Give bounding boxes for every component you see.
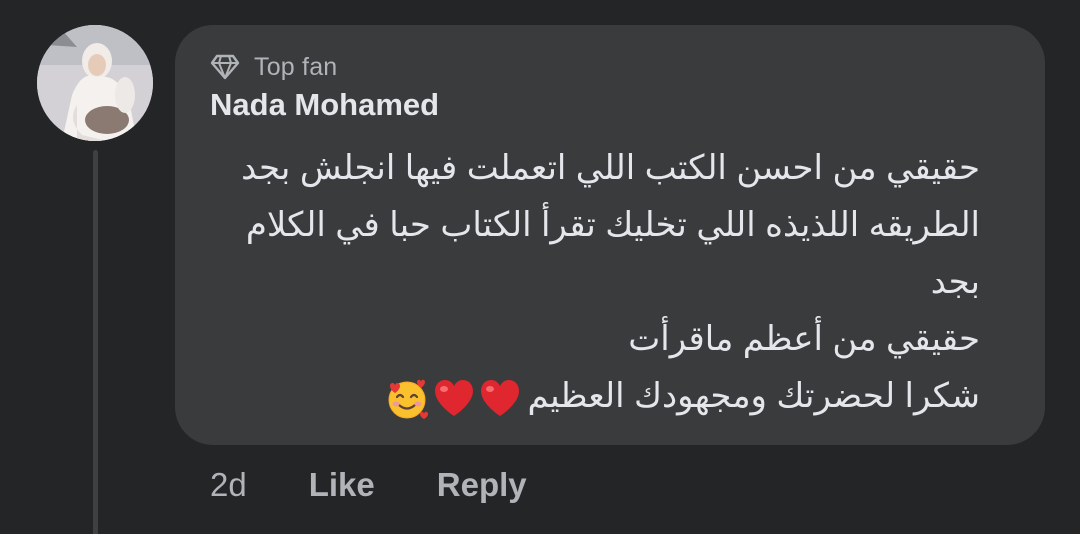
red-heart-icon xyxy=(480,380,519,417)
red-heart-icon xyxy=(434,380,473,417)
comment-line: حقيقي من أعظم ماقرأت xyxy=(628,320,980,358)
like-button[interactable]: Like xyxy=(309,466,375,504)
emoji-group xyxy=(384,376,522,420)
timestamp[interactable]: 2d xyxy=(210,466,247,504)
reply-button[interactable]: Reply xyxy=(437,466,527,504)
reply-thread-line xyxy=(93,150,98,534)
comment-line: شكرا لحضرتك ومجهودك العظيم xyxy=(527,377,980,415)
author-name[interactable]: Nada Mohamed xyxy=(210,85,439,125)
avatar-photo xyxy=(37,25,153,141)
badge-label: Top fan xyxy=(254,52,338,81)
comment-line: حقيقي من احسن الكتب اللي اتعملت فيها انج… xyxy=(241,149,980,187)
comment-text: حقيقي من احسن الكتب اللي اتعملت فيها انج… xyxy=(205,140,980,425)
comment-line: بجد xyxy=(930,263,980,301)
comment-actions: 2d Like Reply xyxy=(210,462,589,508)
comment-thread: Top fan Nada Mohamed حقيقي من احسن الكتب… xyxy=(0,0,1080,534)
avatar[interactable] xyxy=(37,25,153,141)
diamond-icon xyxy=(210,54,240,80)
comment-bubble: Top fan Nada Mohamed حقيقي من احسن الكتب… xyxy=(175,25,1045,445)
comment-line: الطريقه اللذيذه اللي تخليك تقرأ الكتاب ح… xyxy=(245,206,980,244)
smiling-face-with-hearts-icon xyxy=(388,379,428,420)
top-fan-badge: Top fan xyxy=(210,51,337,83)
comment-line-last: شكرا لحضرتك ومجهودك العظيم xyxy=(205,368,980,425)
